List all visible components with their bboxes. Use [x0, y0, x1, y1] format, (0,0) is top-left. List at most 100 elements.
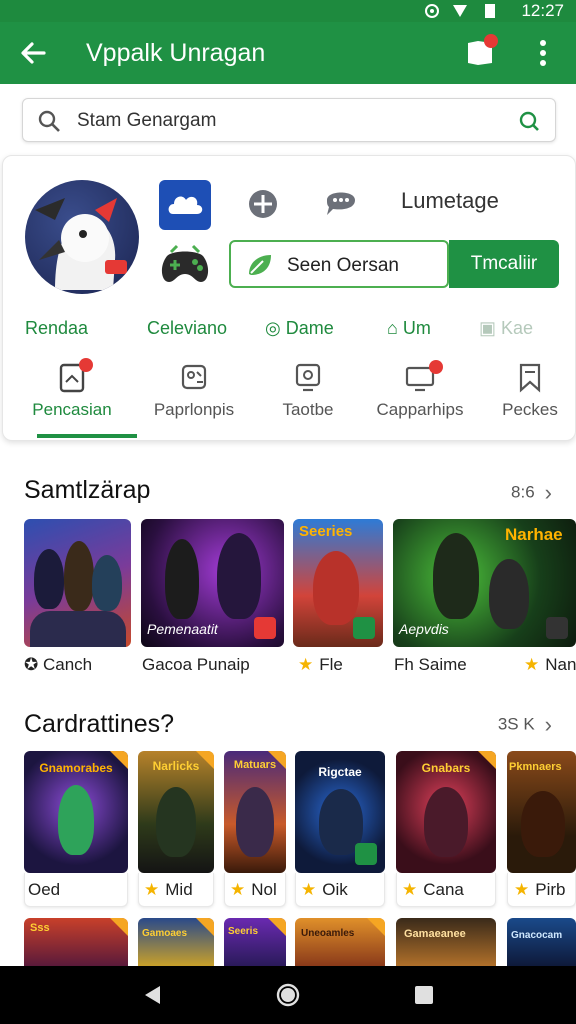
game-caption-11: ★ Pirb [514, 880, 566, 899]
game-tile-15[interactable]: Gamaeanee [396, 918, 496, 966]
back-arrow-icon[interactable] [18, 38, 48, 68]
primary-action-button[interactable]: Tmcaliir [449, 240, 559, 288]
search-bar[interactable]: Stam Genargam [22, 98, 556, 142]
tab-badge-dot [79, 358, 93, 372]
game-caption-1: ✪ Canch [24, 655, 93, 674]
tile-badge-icon [355, 843, 377, 865]
star-icon: ★ [524, 655, 540, 674]
game-tile-9[interactable]: Gnabars [396, 751, 496, 873]
section-see-all-2[interactable]: 3S K › [498, 712, 552, 738]
tile-text: Gamoaes [142, 928, 188, 939]
tile-text: Seeris [228, 926, 259, 937]
tab-badge-dot [429, 360, 443, 374]
game-caption-7: ★ Mid [144, 880, 193, 899]
game-tile-11[interactable]: Sss [24, 918, 128, 966]
tile-badge-icon [353, 617, 375, 639]
dame-icon: ◎ [265, 318, 286, 338]
chip-kae[interactable]: ▣ Kae [479, 318, 533, 339]
search-icon [38, 110, 60, 132]
tile-text: Gnacocam [511, 930, 563, 941]
search-submit-icon[interactable] [517, 109, 541, 133]
section-title-1: Samtlzärap [24, 476, 151, 504]
game-tile-2[interactable]: Pemenaatit [141, 519, 284, 647]
game-tile-7[interactable]: Matuars [224, 751, 286, 873]
game-tile-3[interactable]: Seeries [293, 519, 383, 647]
chevron-right-icon: › [544, 712, 552, 737]
avatar[interactable] [25, 180, 139, 294]
system-nav-bar [0, 966, 576, 1024]
section-title-2: Cardrattines? [24, 710, 175, 738]
game-tile-13[interactable]: Seeris [224, 918, 286, 966]
star-icon: ★ [298, 655, 314, 674]
um-icon: ⌂ [387, 318, 403, 338]
tab-label: Paprlonpis [153, 400, 235, 419]
chat-bubble-icon[interactable] [321, 182, 361, 222]
tile-text: Aepvdis [399, 621, 449, 637]
chip-um[interactable]: ⌂ Um [387, 318, 431, 339]
chip-dame[interactable]: ◎ Dame [265, 318, 334, 339]
tab-pencasian[interactable]: Pencasian [17, 356, 137, 442]
chevron-right-icon: › [544, 480, 552, 505]
tile-text: Pkmnaers [509, 761, 562, 773]
leaf-icon [249, 255, 271, 275]
ribbon-badge [478, 751, 496, 769]
notification-dot [484, 34, 498, 48]
chip-rendaa[interactable]: Rendaa [25, 318, 88, 339]
chip-row: Rendaa Celeviano ◎ Dame ⌂ Um ▣ Kae [3, 318, 576, 346]
tile-badge-icon [254, 617, 276, 639]
game-tile-4[interactable]: Narhae Aepvdis [393, 519, 576, 647]
tile-text: Rigctae [318, 765, 362, 779]
game-tile-6[interactable]: Narlicks [138, 751, 214, 873]
tab-capparhips[interactable]: Capparhips [365, 356, 475, 442]
star-icon: ★ [402, 880, 418, 899]
profile-tabs: Pencasian Paprlonpis Taotbe Capparhips P… [3, 356, 576, 442]
game-tile-10[interactable]: Pkmnaers [507, 751, 576, 873]
gamepad-round-icon[interactable] [243, 182, 283, 226]
tab-peckes[interactable]: Peckes [475, 356, 576, 442]
game-controller-icon[interactable] [159, 242, 211, 290]
seen-person-button[interactable]: Seen Oersan [229, 240, 449, 288]
nav-home-icon[interactable] [276, 983, 300, 1007]
tile-text: Seeries [299, 523, 353, 540]
game-tile-12[interactable]: Gamoaes [138, 918, 214, 966]
game-caption-9: ★ Oik [301, 880, 348, 899]
game-tile-8[interactable]: Rigctae [295, 751, 385, 873]
chip-celeviano[interactable]: Celeviano [147, 318, 227, 339]
section-count: 3S K [497, 714, 535, 734]
star-icon: ★ [144, 880, 160, 899]
app-root: 12:27 Vppalk Unragan Stam Genargam Lumet… [0, 0, 576, 1024]
game-tile-1[interactable] [24, 519, 131, 647]
game-tile-16[interactable]: Gnacocam [507, 918, 576, 966]
trophy-icon: ✪ [24, 655, 43, 674]
tile-badge-icon [546, 617, 568, 639]
game-caption-10: ★ Cana [402, 880, 464, 899]
game-caption-3: ★ Fle [298, 655, 343, 674]
star-icon: ★ [230, 880, 246, 899]
ribbon-badge [110, 751, 128, 769]
tile-text: Gamaeanee [404, 928, 466, 940]
tab-paprlonpis[interactable]: Paprlonpis [139, 356, 249, 442]
game-caption-8: ★ Nol [230, 880, 277, 899]
battery-icon [485, 4, 495, 18]
tab-label: Pencasian [32, 400, 112, 419]
star-icon: ★ [301, 880, 317, 899]
nav-recents-icon[interactable] [412, 983, 436, 1007]
profile-card: Lumetage Seen Oersan Tmcaliir Rendaa Cel… [2, 155, 576, 441]
star-icon: ★ [514, 880, 530, 899]
cloud-app-icon[interactable] [159, 180, 211, 230]
tile-text: Uneoamles [301, 928, 355, 939]
nav-back-icon[interactable] [140, 983, 164, 1007]
ribbon-badge [196, 918, 214, 936]
active-tab-indicator [37, 434, 137, 438]
game-tile-14[interactable]: Uneoamles [295, 918, 385, 966]
tab-taotbe[interactable]: Taotbe [253, 356, 363, 442]
game-caption-6: Oed [28, 880, 61, 899]
search-input[interactable]: Stam Genargam [77, 110, 216, 132]
game-tile-5[interactable]: Gnamorabes [24, 751, 128, 873]
more-vert-icon[interactable] [532, 38, 554, 68]
status-bar: 12:27 [0, 0, 576, 22]
tab-label: Capparhips [376, 400, 464, 419]
bookmark-icon [519, 363, 541, 393]
section-see-all-1[interactable]: 8:6 › [511, 480, 552, 506]
notification-button[interactable] [462, 34, 498, 70]
